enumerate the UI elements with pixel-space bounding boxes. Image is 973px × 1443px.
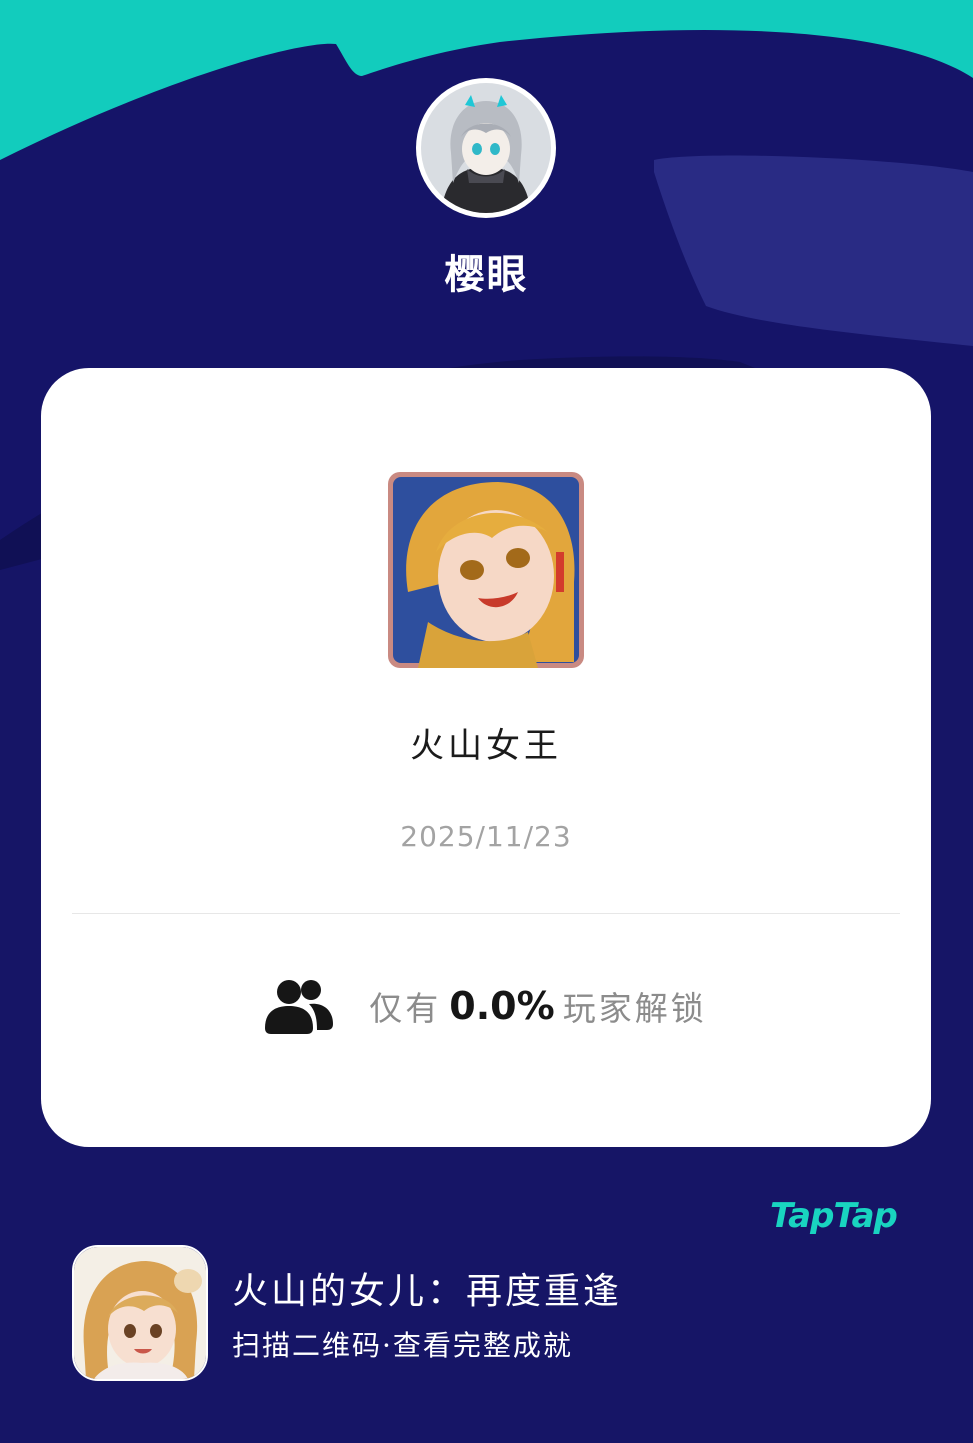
achievement-card: 火山女王 2025/11/23 仅有 0.0% 玩家解锁: [41, 368, 931, 1147]
rarity-prefix: 仅有: [369, 989, 442, 1028]
avatar-image: [421, 83, 551, 213]
username: 樱眼: [444, 251, 529, 298]
users-icon: [265, 980, 334, 1034]
achievement-date: 2025/11/23: [400, 820, 572, 853]
taptap-logo: TapTap: [770, 1196, 898, 1236]
game-subtitle: 扫描二维码·查看完整成就: [232, 1329, 573, 1362]
achievement-icon: [388, 472, 584, 668]
achievement-title: 火山女王: [410, 726, 562, 766]
rarity-suffix: 玩家解锁: [562, 989, 707, 1028]
rarity-row: 仅有 0.0% 玩家解锁: [41, 976, 931, 1036]
rarity-percent: 0.0%: [449, 984, 555, 1028]
game-icon[interactable]: [72, 1245, 208, 1381]
game-name: 火山的女儿：再度重逢: [232, 1271, 623, 1312]
user-avatar[interactable]: [416, 78, 556, 218]
divider: [72, 913, 900, 914]
